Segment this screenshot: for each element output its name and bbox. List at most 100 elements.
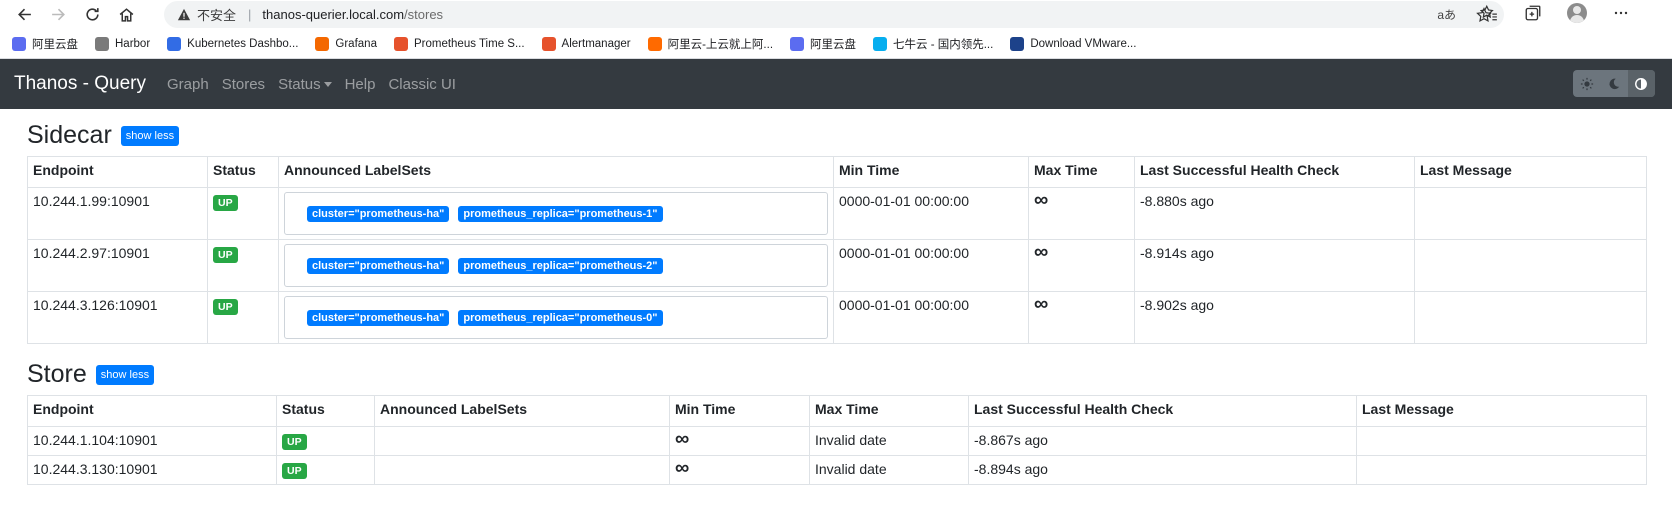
bookmark-favicon-icon (647, 36, 662, 51)
bookmark-item[interactable]: 阿里云盘 (12, 36, 78, 52)
settings-more-button[interactable] (1610, 2, 1632, 24)
bookmark-item[interactable]: 七牛云 - 国内领先... (873, 36, 993, 52)
nav-status-label: Status (278, 75, 321, 93)
bookmark-label: Harbor (115, 37, 151, 50)
profile-button[interactable] (1566, 2, 1588, 24)
column-header: Last Message (1414, 156, 1647, 188)
theme-toggle-group (1573, 70, 1655, 97)
status-badge: UP (213, 299, 238, 315)
insecure-label: 不安全 (197, 8, 237, 23)
column-header: Announced LabelSets (374, 395, 670, 427)
endpoint-cell: 10.244.1.99:10901 (27, 187, 208, 240)
endpoint-cell: 10.244.1.104:10901 (27, 426, 277, 456)
bookmark-item[interactable]: 阿里云盘 (790, 36, 856, 52)
reload-icon (85, 8, 99, 21)
back-button[interactable] (7, 0, 41, 29)
bookmark-label: Download VMware... (1030, 37, 1137, 50)
sidecar-table: Endpoint Status Announced LabelSets Min Tim… (27, 156, 1647, 344)
status-badge: UP (213, 247, 238, 263)
min-time-cell: 0000-01-01 00:00:00 (833, 291, 1029, 344)
status-cell: UP (276, 426, 375, 456)
bookmark-label: 七牛云 - 国内领先... (893, 38, 994, 51)
reload-button[interactable] (75, 0, 109, 29)
health-check-cell: -8.914s ago (1134, 239, 1415, 292)
max-time-cell: Invalid date (809, 455, 969, 485)
sidecar-show-less-button[interactable]: show less (120, 125, 180, 146)
theme-light-button[interactable] (1573, 70, 1600, 97)
bookmark-item[interactable]: 阿里云-上云就上阿... (647, 36, 774, 52)
bookmark-favicon-icon (790, 36, 805, 51)
bookmark-item[interactable]: Download VMware... (1010, 36, 1137, 51)
nav-help[interactable]: Help (345, 76, 376, 93)
bookmark-label: 阿里云-上云就上阿... (667, 38, 774, 51)
theme-auto-button[interactable] (1627, 70, 1655, 97)
address-bar[interactable]: 不安全 | thanos-querier.local.com/stores aあ (164, 1, 1504, 28)
labelset-box: cluster="prometheus-ha" prometheus_replic… (284, 296, 828, 339)
bookmark-label: Grafana (335, 37, 377, 50)
read-aloud-icon[interactable]: aあ (1437, 6, 1456, 23)
bookmarks-bar: 阿里云盘 Harbor Kubernetes Dashbo... Grafana Pro… (0, 29, 1672, 59)
bookmark-label: Prometheus Time S... (413, 37, 525, 50)
health-check-cell: -8.867s ago (968, 426, 1357, 456)
column-header: Max Time (809, 395, 969, 427)
sidecar-title: Sidecar (27, 121, 112, 149)
nav-stores[interactable]: Stores (222, 76, 265, 93)
max-time-cell: ∞ (1028, 187, 1135, 240)
collections-icon (1525, 5, 1541, 21)
labelset-box: cluster="prometheus-ha" prometheus_replic… (284, 192, 828, 235)
stores-content: Sidecar show less Endpoint Status Announce… (27, 109, 1647, 485)
browser-toolbar: 不安全 | thanos-querier.local.com/stores aあ (0, 0, 1672, 29)
bookmark-item[interactable]: Alertmanager (541, 36, 631, 51)
last-message-cell (1356, 455, 1647, 485)
last-message-cell (1414, 291, 1647, 344)
bookmark-label: 阿里云盘 (810, 38, 857, 51)
arrow-left-icon (17, 8, 31, 21)
avatar (1567, 3, 1587, 23)
caret-down-icon (323, 82, 332, 88)
favorites-icon (1480, 4, 1497, 21)
collections-button[interactable] (1522, 2, 1544, 24)
column-header: Min Time (669, 395, 810, 427)
brand-link[interactable]: Thanos - Query (14, 73, 146, 95)
bookmark-item[interactable]: Harbor (95, 36, 151, 51)
labelsets-cell: cluster="prometheus-ha" prometheus_replic… (278, 239, 834, 292)
column-header: Last Successful Health Check (1134, 156, 1415, 188)
status-cell: UP (207, 291, 279, 344)
status-badge: UP (282, 434, 307, 450)
infinity-value: ∞ (675, 428, 690, 450)
store-table: Endpoint Status Announced LabelSets Min Tim… (27, 395, 1647, 485)
bookmark-item[interactable]: Grafana (315, 36, 377, 51)
store-show-less-button[interactable]: show less (95, 364, 155, 385)
store-title: Store (27, 360, 87, 388)
forward-button[interactable] (41, 0, 75, 29)
table-row: 10.244.1.104:10901 UP ∞ Invalid date -8.867s… (27, 426, 1647, 456)
bookmark-item[interactable]: Kubernetes Dashbo... (167, 36, 298, 51)
bookmark-item[interactable]: Prometheus Time S... (393, 36, 525, 51)
favorites-button[interactable] (1478, 2, 1500, 24)
labelsets-cell: cluster="prometheus-ha" prometheus_replic… (278, 291, 834, 344)
sun-icon (1580, 77, 1593, 90)
nav-status[interactable]: Status (278, 76, 332, 93)
status-cell: UP (207, 187, 279, 240)
status-badge: UP (282, 463, 307, 479)
label-badge: cluster="prometheus-ha" (307, 257, 450, 274)
label-badge: prometheus_replica="prometheus-2" (458, 257, 663, 274)
home-button[interactable] (109, 0, 143, 29)
endpoint-cell: 10.244.3.130:10901 (27, 455, 277, 485)
url-path: /stores (404, 7, 444, 22)
url-separator: | (248, 7, 252, 22)
min-time-cell: ∞ (669, 426, 810, 456)
bookmark-label: Alertmanager (561, 37, 631, 50)
bookmark-favicon-icon (167, 36, 182, 51)
theme-dark-button[interactable] (1600, 70, 1627, 97)
infinity-value: ∞ (1034, 293, 1049, 315)
nav-classic-ui[interactable]: Classic UI (388, 76, 456, 93)
infinity-value: ∞ (675, 457, 690, 479)
arrow-right-icon (51, 8, 65, 21)
bookmark-favicon-icon (393, 36, 408, 51)
table-row: 10.244.3.126:10901 UP cluster="prometheus-… (27, 291, 1647, 344)
column-header: Last Successful Health Check (968, 395, 1357, 427)
browser-actions (1478, 2, 1632, 24)
health-check-cell: -8.894s ago (968, 455, 1357, 485)
nav-graph[interactable]: Graph (167, 76, 209, 93)
